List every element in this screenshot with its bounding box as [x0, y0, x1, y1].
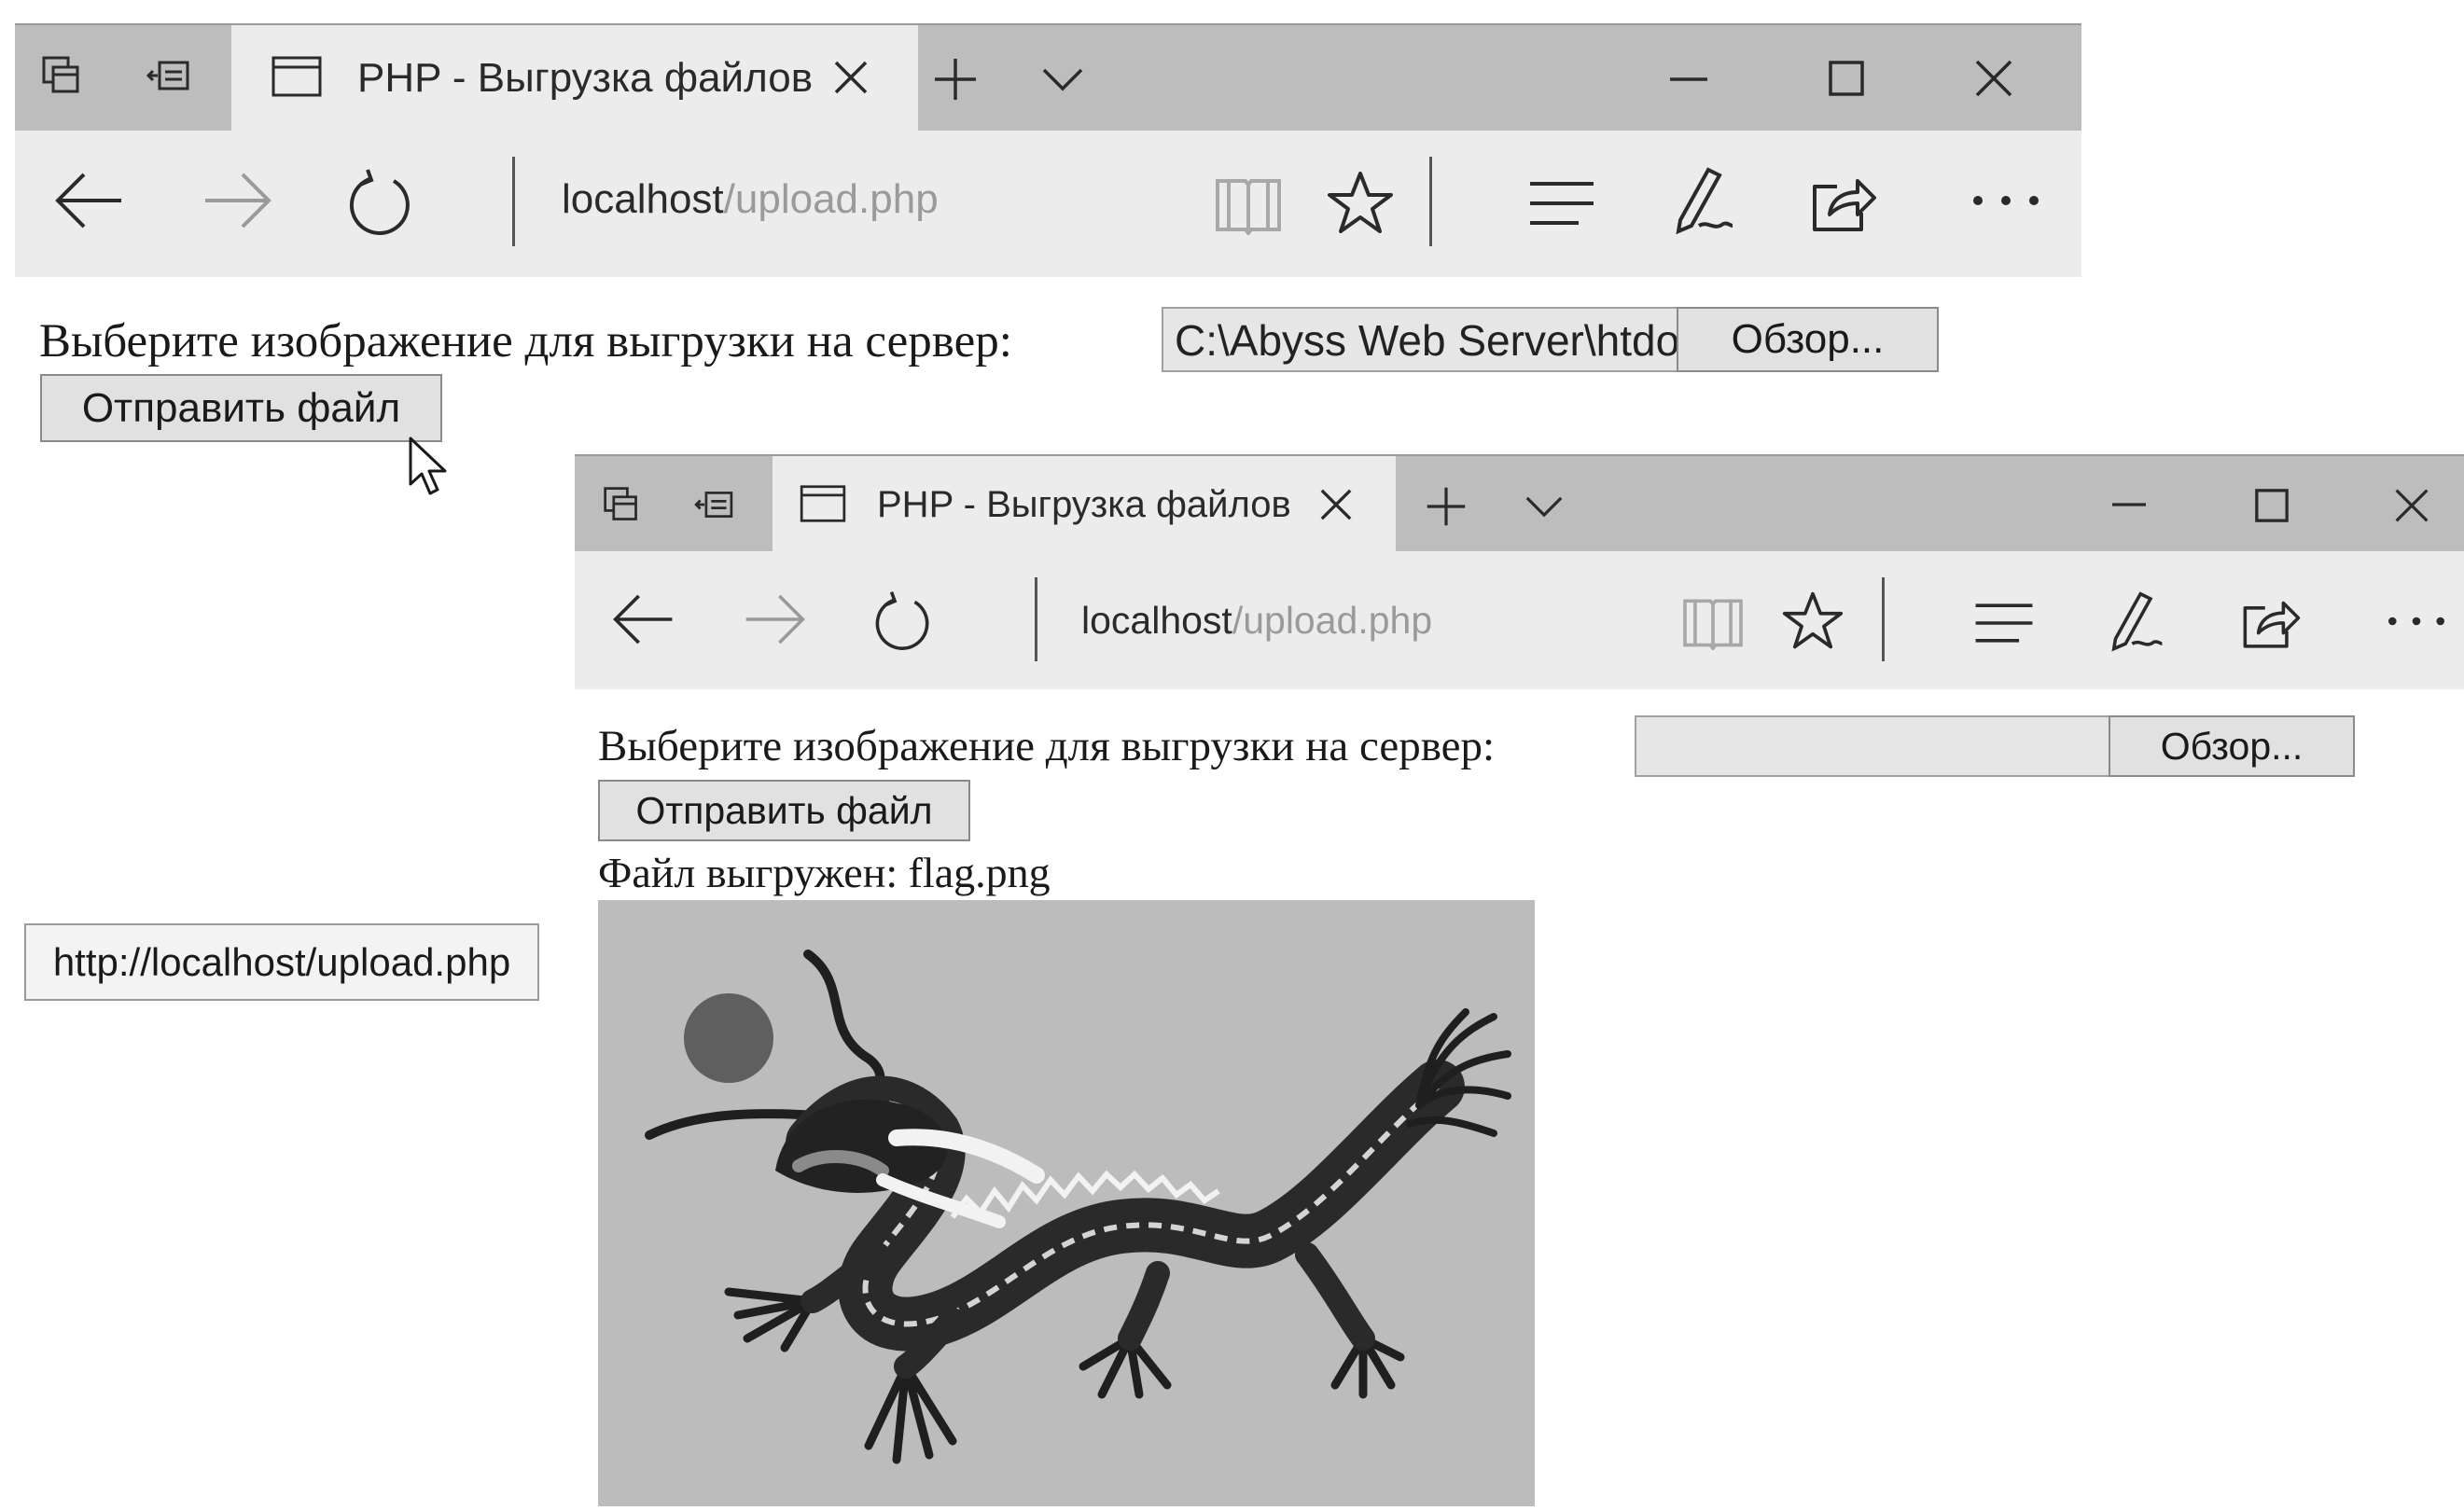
- maximize-icon[interactable]: [2252, 486, 2291, 525]
- new-tab-icon[interactable]: [929, 53, 981, 105]
- refresh-icon[interactable]: [871, 589, 935, 652]
- tab-aside-icon[interactable]: [690, 484, 737, 525]
- browse-button[interactable]: Обзор...: [1677, 307, 1939, 372]
- upload-prompt: Выберите изображение для выгрузки на сер…: [598, 722, 1496, 770]
- browser-window-2: PHP - Выгрузка файлов localhost/upload.p…: [575, 454, 2464, 689]
- active-tab[interactable]: PHP - Выгрузка файлов: [231, 25, 918, 132]
- hub-icon[interactable]: [1970, 596, 2038, 650]
- back-icon[interactable]: [52, 168, 127, 233]
- back-icon[interactable]: [610, 590, 677, 648]
- submit-file-button[interactable]: Отправить файл: [40, 374, 442, 442]
- favorite-star-icon[interactable]: [1325, 168, 1396, 239]
- favorite-star-icon[interactable]: [1780, 589, 1845, 654]
- tab-bar: PHP - Выгрузка файлов: [15, 23, 2081, 132]
- toolbar-separator: [1882, 577, 1885, 661]
- forward-icon[interactable]: [200, 168, 274, 233]
- navigation-bar: localhost/upload.php: [15, 131, 2081, 277]
- more-icon[interactable]: [2383, 609, 2450, 633]
- close-window-icon[interactable]: [2390, 484, 2433, 527]
- address-bar[interactable]: localhost/upload.php: [1081, 596, 1432, 645]
- upload-result-text: Файл выгружен: flag.png: [598, 849, 1051, 896]
- reading-view-icon[interactable]: [1679, 592, 1747, 652]
- close-tab-icon[interactable]: [1314, 482, 1358, 527]
- refresh-icon[interactable]: [345, 166, 416, 237]
- share-icon[interactable]: [2237, 590, 2304, 654]
- browser-window-1: PHP - Выгрузка файлов localhost/upload.p…: [15, 23, 2081, 277]
- url-path: /upload.php: [1232, 599, 1433, 642]
- browse-button[interactable]: Обзор...: [2109, 715, 2355, 777]
- tab-list-chevron-icon[interactable]: [1039, 62, 1086, 96]
- navigation-bar: localhost/upload.php: [575, 551, 2464, 689]
- url-host: localhost: [562, 176, 724, 222]
- uploaded-image-flag: [598, 900, 1535, 1506]
- mouse-cursor-icon: [407, 435, 452, 498]
- minimize-icon[interactable]: [1666, 61, 1711, 98]
- tab-list-chevron-icon[interactable]: [1523, 492, 1566, 521]
- tab-page-icon: [797, 482, 849, 525]
- tab-title: PHP - Выгрузка файлов: [877, 484, 1291, 525]
- url-path: /upload.php: [723, 176, 939, 222]
- dragon-image: [645, 950, 1511, 1464]
- tab-aside-icon[interactable]: [142, 51, 194, 100]
- tab-title: PHP - Выгрузка файлов: [357, 55, 814, 101]
- active-tab[interactable]: PHP - Выгрузка файлов: [773, 456, 1396, 553]
- web-note-icon[interactable]: [2101, 587, 2168, 658]
- maximize-icon[interactable]: [1825, 57, 1868, 100]
- file-path-value: C:\Abyss Web Server\htdocs: [1175, 316, 1679, 365]
- tab-preview-icon[interactable]: [599, 482, 644, 527]
- reading-view-icon[interactable]: [1211, 172, 1286, 237]
- url-host: localhost: [1081, 599, 1232, 642]
- address-separator: [512, 157, 515, 246]
- minimize-icon[interactable]: [2109, 488, 2150, 521]
- close-window-icon[interactable]: [1970, 55, 2017, 102]
- address-bar[interactable]: localhost/upload.php: [562, 173, 939, 226]
- link-tooltip: http://localhost/upload.php: [24, 923, 539, 1001]
- upload-prompt: Выберите изображение для выгрузки на сер…: [39, 315, 1012, 367]
- tab-preview-icon[interactable]: [37, 51, 86, 100]
- new-tab-icon[interactable]: [1422, 482, 1470, 531]
- close-tab-icon[interactable]: [827, 53, 875, 102]
- address-separator: [1035, 577, 1037, 661]
- file-path-field[interactable]: [1635, 715, 2110, 777]
- file-path-field[interactable]: C:\Abyss Web Server\htdocs: [1162, 307, 1679, 372]
- forward-icon[interactable]: [741, 590, 808, 648]
- hub-icon[interactable]: [1524, 173, 1599, 233]
- submit-file-button[interactable]: Отправить файл: [598, 780, 970, 841]
- web-note-icon[interactable]: [1664, 162, 1739, 241]
- more-icon[interactable]: [1969, 187, 2043, 215]
- toolbar-separator: [1429, 157, 1432, 246]
- tab-bar: PHP - Выгрузка файлов: [575, 454, 2464, 553]
- tab-page-icon: [269, 53, 325, 100]
- share-icon[interactable]: [1806, 168, 1881, 237]
